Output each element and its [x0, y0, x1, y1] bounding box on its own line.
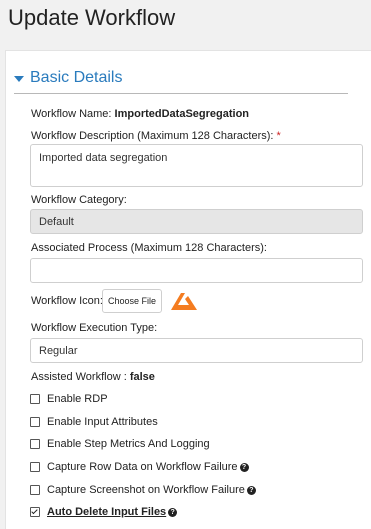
checkbox[interactable]: [30, 439, 40, 449]
category-field: Default: [30, 209, 363, 234]
help-icon[interactable]: ?: [239, 462, 249, 472]
assisted-workflow-row: Assisted Workflow : false: [31, 371, 155, 383]
choose-file-button[interactable]: Choose File: [102, 289, 162, 313]
process-label: Associated Process (Maximum 128 Characte…: [31, 242, 267, 254]
caret-down-icon[interactable]: [14, 76, 24, 82]
icon-label: Workflow Icon:: [31, 295, 103, 307]
execution-type-label: Workflow Execution Type:: [31, 322, 158, 334]
workflow-name-label: Workflow Name:: [31, 108, 115, 120]
checkbox-label[interactable]: Enable Input Attributes: [47, 416, 158, 428]
checkbox-label[interactable]: Capture Screenshot on Workflow Failure: [47, 484, 245, 496]
category-label: Workflow Category:: [31, 194, 127, 206]
description-textarea[interactable]: Imported data segregation: [30, 144, 363, 187]
workflow-logo-icon: [171, 293, 197, 310]
capture-row-data-checkbox[interactable]: Capture Row Data on Workflow Failure ?: [30, 460, 249, 474]
assisted-workflow-label: Assisted Workflow :: [31, 371, 130, 383]
required-marker: *: [276, 130, 281, 142]
checkbox-label[interactable]: Capture Row Data on Workflow Failure: [47, 461, 238, 473]
enable-input-attributes-checkbox[interactable]: Enable Input Attributes: [30, 415, 158, 429]
checkbox-checked[interactable]: [30, 507, 40, 517]
execution-type-select[interactable]: Regular: [30, 338, 363, 363]
help-icon[interactable]: ?: [246, 485, 256, 495]
page-header: Update Workflow: [0, 0, 371, 40]
checkbox-label[interactable]: Auto Delete Input Files: [47, 506, 166, 518]
checkbox[interactable]: [30, 462, 40, 472]
workflow-name-row: Workflow Name: ImportedDataSegregation: [31, 108, 249, 120]
checkbox[interactable]: [30, 417, 40, 427]
description-label-row: Workflow Description (Maximum 128 Charac…: [31, 130, 281, 142]
enable-step-metrics-checkbox[interactable]: Enable Step Metrics And Logging: [30, 437, 210, 451]
help-icon[interactable]: ?: [168, 507, 178, 517]
checkbox[interactable]: [30, 485, 40, 495]
section-divider: [14, 93, 348, 94]
basic-details-panel: Basic Details Workflow Name: ImportedDat…: [5, 50, 371, 529]
workflow-name-value: ImportedDataSegregation: [114, 108, 250, 120]
basic-details-toggle[interactable]: Basic Details: [14, 65, 122, 91]
process-input[interactable]: [30, 258, 363, 283]
description-label: Workflow Description (Maximum 128 Charac…: [31, 130, 277, 142]
assisted-workflow-value: false: [129, 371, 155, 383]
enable-rdp-checkbox[interactable]: Enable RDP: [30, 392, 108, 406]
page-title: Update Workflow: [8, 5, 176, 30]
checkbox-label[interactable]: Enable RDP: [47, 393, 108, 405]
section-title[interactable]: Basic Details: [30, 69, 122, 87]
checkbox[interactable]: [30, 394, 40, 404]
checkbox-label[interactable]: Enable Step Metrics And Logging: [47, 438, 210, 450]
auto-delete-input-files-checkbox[interactable]: Auto Delete Input Files ?: [30, 505, 178, 519]
capture-screenshot-checkbox[interactable]: Capture Screenshot on Workflow Failure ?: [30, 483, 256, 497]
